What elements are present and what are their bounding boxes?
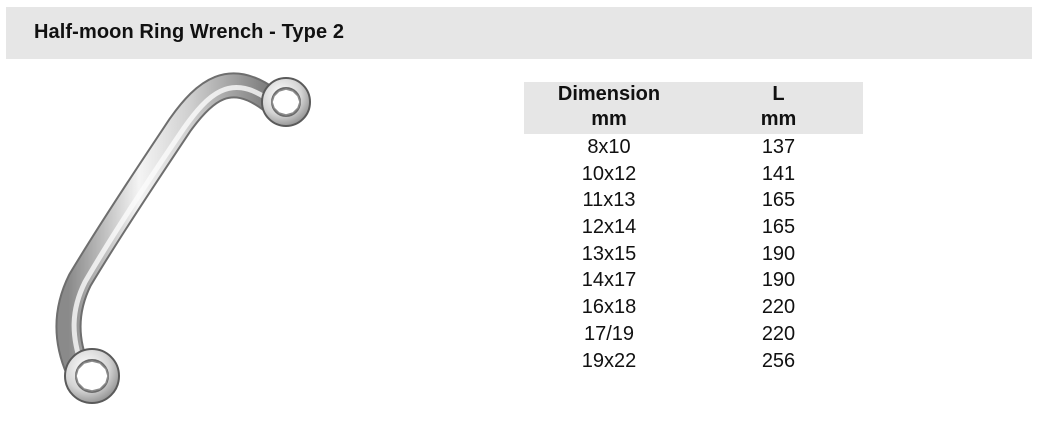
length-cell: 165 <box>761 216 796 239</box>
table-row: 16x18 220 <box>524 294 863 321</box>
column-header-unit: mm <box>760 108 797 130</box>
dimension-cell: 14x17 <box>581 269 637 292</box>
column-header-line: Dimension <box>557 83 661 105</box>
table-header: Dimension mm L mm <box>524 82 863 134</box>
table-body: 8x10 137 10x12 141 11x13 165 12x14 165 1… <box>524 134 863 374</box>
dimension-cell: 16x18 <box>581 296 637 319</box>
dimension-cell: 19x22 <box>581 349 637 372</box>
length-cell: 220 <box>761 322 796 345</box>
length-cell: 165 <box>761 189 796 212</box>
dimension-cell: 12x14 <box>581 216 637 239</box>
dimension-cell: 11x13 <box>582 189 636 212</box>
length-cell: 220 <box>761 296 796 319</box>
table-row: 11x13 165 <box>524 187 863 214</box>
title-bar: Half-moon Ring Wrench - Type 2 <box>6 7 1032 59</box>
spec-table: Dimension mm L mm 8x10 137 10x12 141 11x… <box>524 82 863 374</box>
page-title: Half-moon Ring Wrench - Type 2 <box>34 21 345 43</box>
table-row: 8x10 137 <box>524 134 863 161</box>
length-cell: 190 <box>761 269 796 292</box>
column-header-unit: mm <box>591 108 627 130</box>
dimension-cell: 10x12 <box>581 162 637 185</box>
table-row: 19x22 256 <box>524 348 863 375</box>
length-cell: 256 <box>761 349 796 372</box>
length-cell: 137 <box>761 136 796 158</box>
length-cell: 141 <box>761 162 796 185</box>
table-row: 13x15 190 <box>524 241 863 268</box>
dimension-cell: 8x10 <box>587 136 631 158</box>
column-header-length: L mm <box>694 82 863 134</box>
half-moon-ring-wrench-icon <box>55 72 311 404</box>
table-row: 10x12 141 <box>524 161 863 188</box>
dimension-cell: 17/19 <box>583 322 635 345</box>
table-row: 14x17 190 <box>524 267 863 294</box>
column-header-dimension: Dimension mm <box>524 82 694 134</box>
length-cell: 190 <box>761 242 796 265</box>
table-row: 12x14 165 <box>524 214 863 241</box>
wrench-image <box>30 70 330 415</box>
table-row: 17/19 220 <box>524 321 863 348</box>
column-header-line: L <box>772 83 785 105</box>
dimension-cell: 13x15 <box>581 242 637 265</box>
